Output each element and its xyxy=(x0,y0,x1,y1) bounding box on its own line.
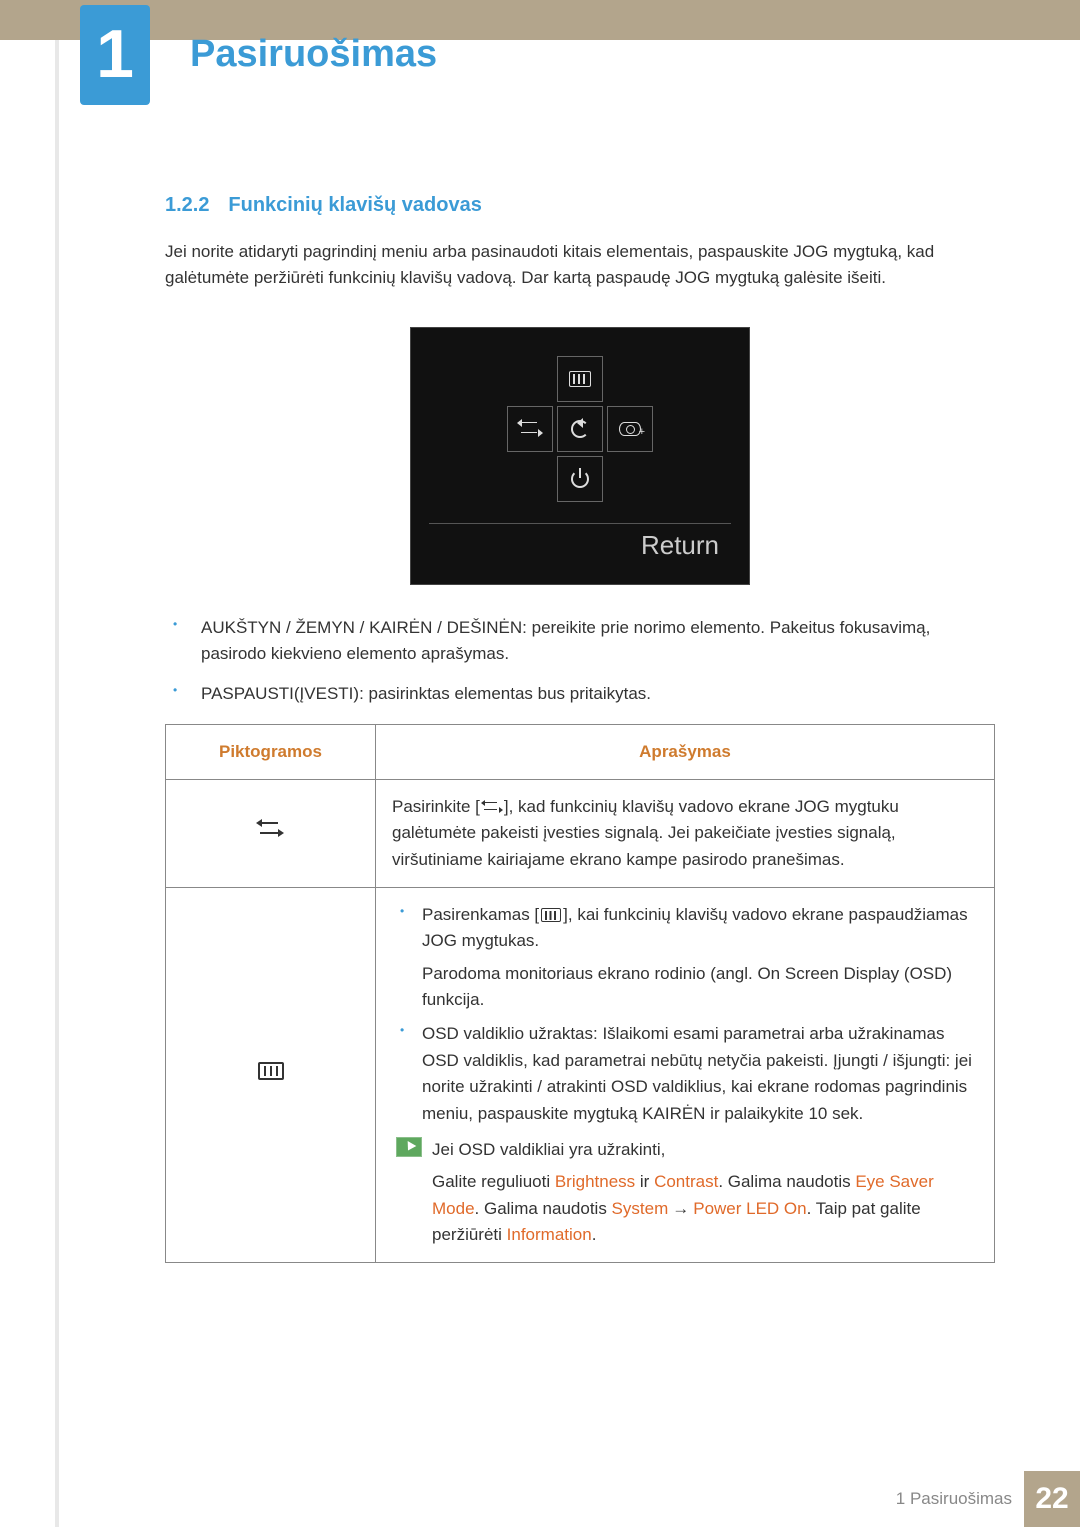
note-block: Jei OSD valdikliai yra užrakinti, Galite… xyxy=(392,1137,978,1248)
menu-description: Pasirenkamas [], kai funkcinių klavišų v… xyxy=(376,888,995,1263)
dpad-right-eye-icon[interactable]: + xyxy=(607,406,653,452)
dpad-center-return-icon[interactable] xyxy=(557,406,603,452)
menu-icon-inline xyxy=(541,908,561,922)
menu-icon xyxy=(166,888,376,1263)
chapter-number-badge: 1 xyxy=(80,5,150,105)
table-row: Pasirenkamas [], kai funkcinių klavišų v… xyxy=(166,888,995,1263)
footer-chapter-label: 1 Pasiruošimas xyxy=(896,1486,1012,1512)
left-margin-line xyxy=(55,0,59,1527)
dpad-down-power-icon[interactable] xyxy=(557,456,603,502)
page-footer: 1 Pasiruošimas 22 xyxy=(0,1471,1080,1527)
list-item: OSD valdiklio užraktas: Išlaikomi esami … xyxy=(392,1021,978,1126)
dpad-up-menu-icon[interactable] xyxy=(557,356,603,402)
header-stripe xyxy=(0,0,1080,40)
osd-quick-menu: + Return xyxy=(410,327,750,585)
section-title: Funkcinių klavišų vadovas xyxy=(228,194,481,216)
table-row: Pasirinkite [], kad funkcinių klavišų va… xyxy=(166,780,995,888)
note-paragraph: Galite reguliuoti Brightness ir Contrast… xyxy=(432,1169,978,1248)
list-item: PASPAUSTI(ĮVESTI): pasirinktas elementas… xyxy=(195,681,995,707)
note-icon xyxy=(396,1137,422,1157)
table-header-icons: Piktogramos xyxy=(166,724,376,779)
list-item: AUKŠTYN / ŽEMYN / KAIRĖN / DEŠINĖN: pere… xyxy=(195,615,995,668)
note-line: Jei OSD valdikliai yra užrakinti, xyxy=(432,1137,978,1163)
osd-return-label: Return xyxy=(641,525,719,565)
section-number: 1.2.2 xyxy=(165,194,209,216)
table-header-desc: Aprašymas xyxy=(376,724,995,779)
chapter-title: Pasiruošimas xyxy=(190,25,437,84)
source-icon-inline xyxy=(482,800,502,814)
section-heading: 1.2.2 Funkcinių klavišų vadovas xyxy=(165,190,995,221)
instruction-list: AUKŠTYN / ŽEMYN / KAIRĖN / DEŠINĖN: pere… xyxy=(165,615,995,708)
dpad-left-source-icon[interactable] xyxy=(507,406,553,452)
intro-paragraph: Jei norite atidaryti pagrindinį meniu ar… xyxy=(165,239,995,292)
page-number: 22 xyxy=(1024,1471,1080,1527)
source-icon xyxy=(166,780,376,888)
osd-divider xyxy=(429,523,731,524)
icon-description-table: Piktogramos Aprašymas Pasirinkite [], ka… xyxy=(165,724,995,1264)
list-item: Pasirenkamas [], kai funkcinių klavišų v… xyxy=(392,902,978,1013)
dpad: + xyxy=(507,356,653,502)
source-description: Pasirinkite [], kad funkcinių klavišų va… xyxy=(376,780,995,888)
